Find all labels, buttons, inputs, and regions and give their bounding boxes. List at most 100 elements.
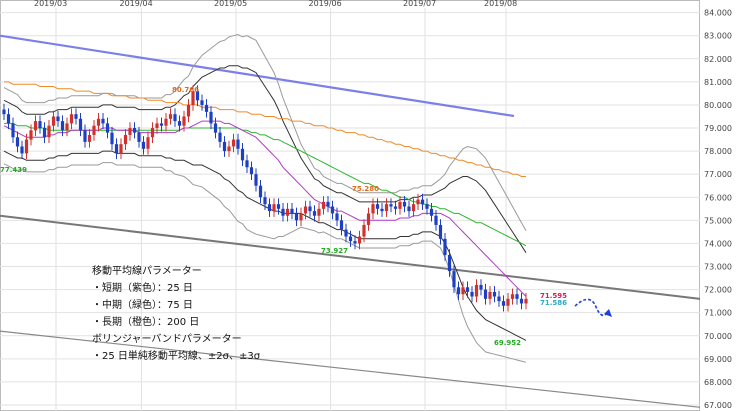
candle-body [393, 206, 398, 209]
candle-body [56, 116, 60, 122]
y-tick-label: 83.000 [704, 32, 732, 41]
candle-body [47, 125, 51, 138]
legend-line: ・長期（橙色）：200 日 [92, 317, 200, 328]
price-label: 77.439 [0, 166, 27, 174]
candle-body [60, 121, 65, 131]
candle-body [42, 128, 47, 138]
candle-body [501, 301, 506, 306]
candle-body [443, 238, 447, 255]
candle-body [74, 114, 78, 119]
candle-body [447, 254, 452, 272]
candle-body [2, 109, 6, 115]
candle-body [299, 213, 303, 221]
candle-body [366, 213, 371, 225]
candle-body [267, 204, 272, 212]
candle-body [506, 298, 510, 306]
candle-body [186, 104, 191, 117]
candle-body [488, 291, 492, 299]
candle-body [150, 128, 155, 138]
candle-body [213, 123, 218, 133]
candle-body [344, 229, 348, 237]
candle-body [240, 148, 245, 161]
y-tick-label: 76.000 [704, 193, 732, 202]
candle-body [159, 123, 164, 126]
candle-body [407, 206, 411, 212]
candle-body [200, 100, 204, 105]
candle-body [321, 201, 326, 209]
candle-body [326, 201, 330, 207]
y-tick-label: 75.000 [704, 216, 732, 225]
candle-body [83, 130, 87, 142]
candle-body [20, 146, 24, 154]
candle-body [164, 118, 168, 126]
candle-body [231, 139, 236, 147]
candle-body [65, 123, 69, 131]
candle-body [96, 118, 101, 126]
candle-body [24, 139, 29, 154]
candle-body [416, 199, 420, 205]
candle-body [510, 294, 515, 299]
candle-body [285, 208, 290, 216]
candle-body [434, 215, 438, 225]
candle-body [173, 114, 177, 122]
y-tick-label: 73.000 [704, 263, 732, 272]
y-tick-label: 78.000 [704, 147, 732, 156]
candle-body [465, 287, 470, 292]
y-tick-label: 68.000 [704, 378, 732, 387]
candle-body [114, 144, 119, 154]
y-tick-label: 84.000 [704, 9, 732, 18]
candle-body [317, 208, 321, 216]
x-tick-label: 2019/08 [484, 0, 517, 8]
legend-line: 移動平均線パラメーター [92, 266, 202, 277]
candle-body [402, 201, 407, 207]
candle-body [155, 123, 159, 129]
candle-body [330, 206, 335, 214]
y-tick-label: 69.000 [704, 355, 732, 364]
candle-body [119, 144, 123, 154]
candle-body [209, 111, 213, 124]
candle-body [519, 298, 524, 304]
candle-body [294, 213, 299, 221]
legend-line: ・25 日単純移動平均線、±2σ、±3σ [92, 351, 261, 362]
candle-body [384, 204, 389, 212]
x-tick-label: 2019/04 [120, 0, 153, 8]
legend-line: ・中期（緑色）：75 日 [92, 300, 193, 311]
candle-body [452, 271, 456, 288]
candle-body [362, 224, 366, 237]
candle-body [132, 128, 137, 133]
candle-body [474, 284, 479, 297]
candle-body [137, 132, 141, 142]
candle-body [92, 125, 96, 135]
candle-body [479, 284, 483, 290]
forecast-arrow [574, 298, 612, 317]
y-tick-label: 79.000 [704, 124, 732, 133]
y-tick-label: 71.000 [704, 309, 732, 318]
y-tick-label: 70.000 [704, 332, 732, 341]
candle-body [128, 128, 132, 135]
candle-body [470, 291, 474, 297]
candle-body [515, 294, 519, 299]
candle-body [348, 236, 353, 242]
legend-line: ・短期（紫色）：25 日 [92, 283, 193, 294]
price-label: 71.586 [540, 299, 567, 307]
candle-body [380, 208, 384, 212]
price-label: 75.280 [352, 185, 379, 193]
candle-body [33, 121, 38, 131]
candle-body [429, 208, 434, 216]
candle-body [236, 139, 240, 149]
y-tick-label: 77.000 [704, 170, 732, 179]
candle-body [29, 130, 33, 140]
candle-body [353, 241, 357, 244]
candle-body [123, 134, 128, 145]
candle-body [456, 287, 461, 295]
candle-body [258, 185, 263, 198]
candle-body [6, 114, 11, 124]
parameter-legend: 移動平均線パラメーター ・短期（紫色）：25 日 ・中期（緑色）：75 日 ・長… [92, 263, 352, 365]
candle-body [105, 123, 110, 133]
candle-body [218, 132, 222, 142]
y-tick-label: 80.000 [704, 101, 732, 110]
candle-body [290, 208, 294, 214]
candle-body [69, 114, 74, 124]
candle-body [357, 236, 362, 244]
candle-body [497, 296, 501, 302]
